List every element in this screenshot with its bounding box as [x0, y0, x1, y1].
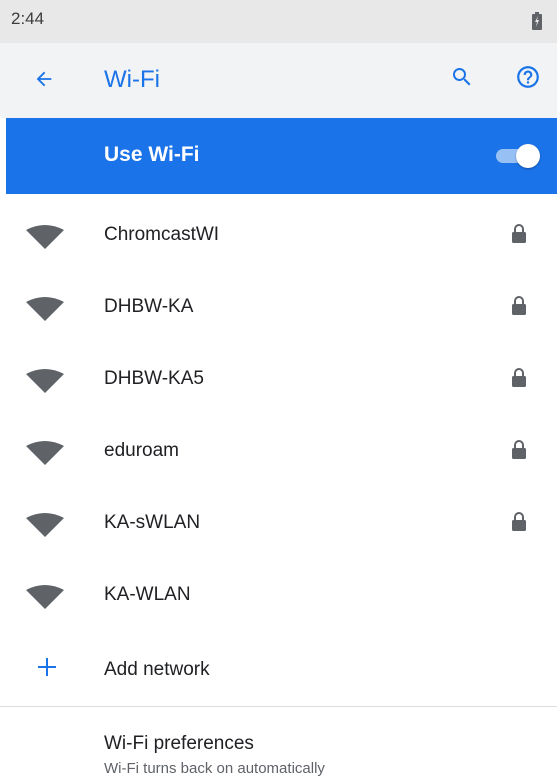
wifi-signal-icon: [26, 513, 64, 542]
back-button[interactable]: [26, 63, 62, 99]
wifi-signal-icon: [26, 225, 64, 254]
status-bar: 2:44: [0, 0, 557, 43]
use-wifi-label: Use Wi-Fi: [104, 143, 200, 166]
lock-icon: [511, 512, 527, 537]
network-ssid: DHBW-KA: [104, 296, 194, 317]
wifi-preferences-title: Wi-Fi preferences: [104, 733, 254, 754]
network-item[interactable]: DHBW-KA: [0, 272, 557, 344]
add-network-button[interactable]: Add network: [0, 634, 557, 706]
wifi-signal-icon: [26, 441, 64, 470]
network-ssid: KA-sWLAN: [104, 512, 201, 533]
arrow-back-icon: [33, 68, 55, 95]
lock-icon: [511, 440, 527, 465]
use-wifi-switch-bar[interactable]: Use Wi-Fi: [6, 118, 557, 194]
wifi-signal-icon: [26, 297, 64, 326]
network-item[interactable]: DHBW-KA5: [0, 344, 557, 416]
divider: [0, 706, 557, 707]
app-bar: Wi-Fi: [0, 43, 557, 118]
use-wifi-toggle[interactable]: [494, 144, 540, 168]
help-icon: [515, 64, 541, 95]
lock-icon: [511, 368, 527, 393]
network-list: ChromcastWI DHBW-KA DHBW-KA5 eduroam KA-…: [0, 200, 557, 632]
network-ssid: KA-WLAN: [104, 584, 191, 605]
network-item[interactable]: KA-WLAN: [0, 560, 557, 632]
help-button[interactable]: [510, 61, 546, 97]
wifi-preferences-summary: Wi-Fi turns back on automatically: [104, 760, 325, 777]
lock-icon: [511, 296, 527, 321]
wifi-signal-icon: [26, 585, 64, 614]
toggle-thumb: [516, 144, 540, 168]
page-title: Wi-Fi: [104, 66, 160, 93]
network-ssid: eduroam: [104, 440, 179, 461]
status-time: 2:44: [11, 9, 45, 28]
lock-icon: [511, 224, 527, 249]
add-network-label: Add network: [104, 659, 210, 680]
plus-icon: [37, 657, 57, 682]
network-ssid: DHBW-KA5: [104, 368, 204, 389]
wifi-preferences-item[interactable]: Wi-Fi preferences Wi-Fi turns back on au…: [0, 724, 557, 778]
network-ssid: ChromcastWI: [104, 224, 220, 245]
network-item[interactable]: ChromcastWI: [0, 200, 557, 272]
wifi-signal-icon: [26, 369, 64, 398]
search-icon: [450, 65, 474, 94]
search-button[interactable]: [444, 61, 480, 97]
network-item[interactable]: eduroam: [0, 416, 557, 488]
network-item[interactable]: KA-sWLAN: [0, 488, 557, 560]
battery-charging-icon: [532, 12, 542, 35]
